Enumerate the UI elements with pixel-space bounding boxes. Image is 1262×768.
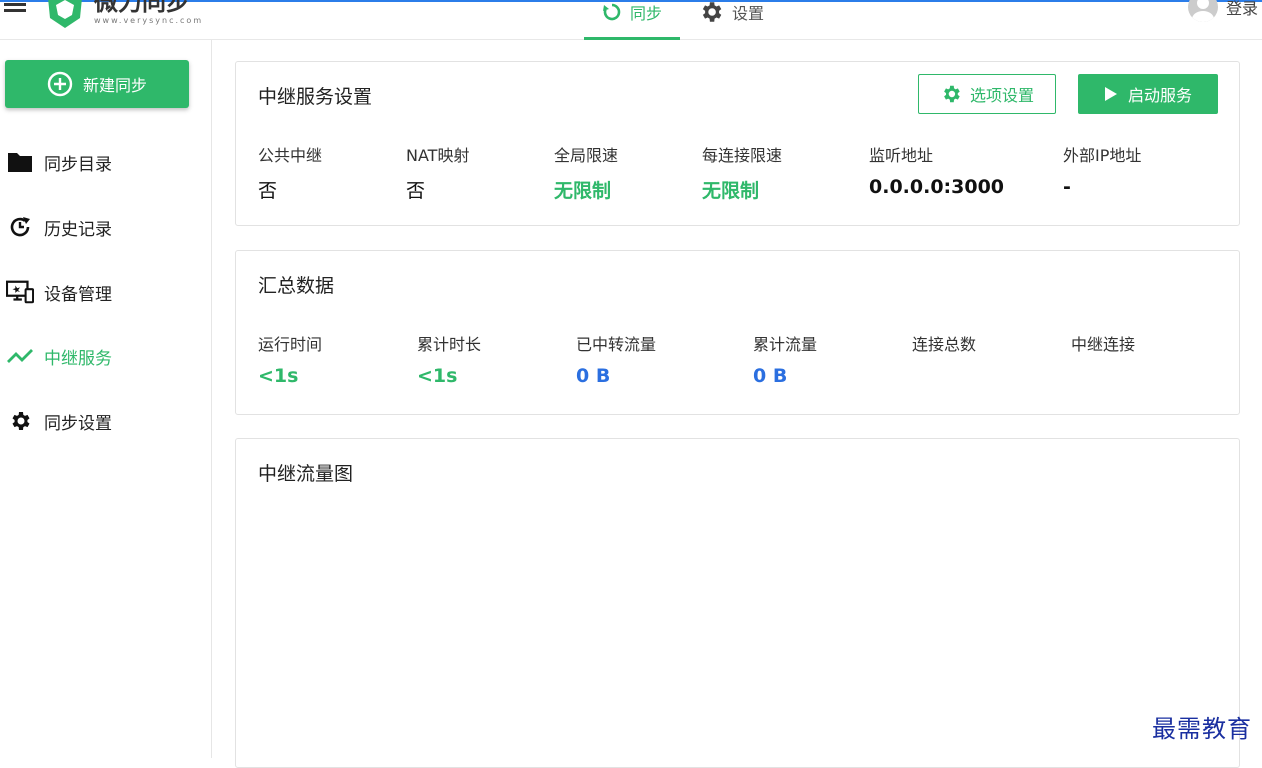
sidebar-item-label: 同步目录 bbox=[44, 150, 112, 175]
stat-label: 监听地址 bbox=[869, 142, 1004, 166]
gear-icon bbox=[940, 83, 962, 105]
stat-value: - bbox=[1063, 176, 1141, 198]
top-bar: 微力同步 www.verysync.com 同步 设置 登录 bbox=[0, 0, 1262, 40]
sidebar-item-sync-settings[interactable]: 同步设置 bbox=[6, 407, 112, 435]
new-sync-label: 新建同步 bbox=[83, 72, 147, 96]
summary-card: 汇总数据 运行时间 <1s 累计时长 <1s 已中转流量 0 B 累计流量 0 … bbox=[235, 250, 1240, 415]
menu-icon[interactable] bbox=[4, 0, 26, 12]
stat-external-ip: 外部IP地址 - bbox=[1063, 142, 1141, 198]
stat-value: 0 B bbox=[753, 365, 817, 387]
stat-total-connections: 连接总数 bbox=[912, 331, 976, 365]
stat-label: 已中转流量 bbox=[576, 331, 656, 355]
stat-value: 无限制 bbox=[554, 176, 618, 203]
options-button[interactable]: 选项设置 bbox=[918, 74, 1056, 114]
login-button[interactable]: 登录 bbox=[1188, 0, 1258, 22]
sidebar-item-history[interactable]: 历史记录 bbox=[6, 213, 112, 241]
stat-total-traffic: 累计流量 0 B bbox=[753, 331, 817, 387]
login-label: 登录 bbox=[1226, 0, 1258, 19]
sidebar-item-relay[interactable]: 中继服务 bbox=[6, 342, 112, 370]
trend-icon bbox=[6, 342, 34, 370]
sidebar-item-sync-folders[interactable]: 同步目录 bbox=[6, 148, 112, 176]
nav-tab-settings[interactable]: 设置 bbox=[680, 0, 782, 32]
stat-value: 0.0.0.0:3000 bbox=[869, 176, 1004, 198]
nav-tab-sync[interactable]: 同步 bbox=[584, 0, 680, 32]
traffic-chart-title: 中继流量图 bbox=[258, 459, 353, 486]
stat-label: 连接总数 bbox=[912, 331, 976, 355]
devices-icon bbox=[6, 278, 34, 306]
stat-label: NAT映射 bbox=[406, 142, 469, 166]
sidebar-item-devices[interactable]: 设备管理 bbox=[6, 278, 112, 306]
stat-nat-mapping: NAT映射 否 bbox=[406, 142, 469, 203]
options-button-label: 选项设置 bbox=[970, 82, 1034, 106]
start-service-label: 启动服务 bbox=[1128, 82, 1192, 106]
relay-settings-title: 中继服务设置 bbox=[258, 82, 372, 109]
nav-tab-sync-label: 同步 bbox=[630, 0, 662, 24]
stat-value: 否 bbox=[258, 176, 322, 203]
stat-label: 累计时长 bbox=[417, 331, 481, 355]
sidebar: 新建同步 同步目录 历史记录 设备管理 中继服务 同步设置 bbox=[0, 40, 212, 758]
stat-label: 累计流量 bbox=[753, 331, 817, 355]
app-name: 微力同步 bbox=[94, 0, 203, 16]
stat-per-connection-limit: 每连接限速 无限制 bbox=[702, 142, 782, 203]
gear-icon bbox=[698, 0, 724, 25]
app-url: www.verysync.com bbox=[94, 16, 203, 26]
logo-shield-icon bbox=[44, 0, 86, 30]
stat-label: 公共中继 bbox=[258, 142, 322, 166]
start-service-button[interactable]: 启动服务 bbox=[1078, 74, 1218, 114]
app-logo[interactable]: 微力同步 www.verysync.com bbox=[44, 0, 203, 30]
nav-tab-settings-label: 设置 bbox=[732, 0, 764, 24]
stat-value: 否 bbox=[406, 176, 469, 203]
play-icon bbox=[1104, 86, 1118, 102]
sidebar-item-label: 中继服务 bbox=[44, 344, 112, 369]
stat-value: <1s bbox=[417, 365, 481, 387]
stat-global-rate-limit: 全局限速 无限制 bbox=[554, 142, 618, 203]
stat-uptime: 运行时间 <1s bbox=[258, 331, 322, 387]
sidebar-item-label: 历史记录 bbox=[44, 215, 112, 240]
history-icon bbox=[6, 213, 34, 241]
stat-listen-address: 监听地址 0.0.0.0:3000 bbox=[869, 142, 1004, 198]
top-nav: 同步 设置 bbox=[584, 0, 782, 40]
stat-label: 中继连接 bbox=[1071, 331, 1135, 355]
traffic-chart-card: 中继流量图 bbox=[235, 438, 1240, 768]
stat-public-relay: 公共中继 否 bbox=[258, 142, 322, 203]
stat-label: 运行时间 bbox=[258, 331, 322, 355]
folder-icon bbox=[6, 148, 34, 176]
gear-icon bbox=[6, 407, 34, 435]
add-circle-icon bbox=[47, 71, 73, 97]
sync-icon bbox=[602, 2, 622, 22]
stat-value: <1s bbox=[258, 365, 322, 387]
sidebar-item-label: 同步设置 bbox=[44, 409, 112, 434]
watermark: 最需教育 bbox=[1152, 709, 1252, 744]
stat-value: 0 B bbox=[576, 365, 656, 387]
avatar-icon bbox=[1188, 0, 1218, 22]
stat-total-duration: 累计时长 <1s bbox=[417, 331, 481, 387]
sidebar-item-label: 设备管理 bbox=[44, 280, 112, 305]
stat-relayed-traffic: 已中转流量 0 B bbox=[576, 331, 656, 387]
stat-label: 外部IP地址 bbox=[1063, 142, 1141, 166]
new-sync-button[interactable]: 新建同步 bbox=[5, 60, 189, 108]
traffic-chart-area bbox=[258, 499, 1217, 757]
stat-value: 无限制 bbox=[702, 176, 782, 203]
stat-label: 全局限速 bbox=[554, 142, 618, 166]
relay-settings-card: 中继服务设置 选项设置 启动服务 公共中继 否 NAT映射 否 全局限速 无限制… bbox=[235, 61, 1240, 226]
summary-title: 汇总数据 bbox=[258, 271, 334, 298]
stat-relay-connections: 中继连接 bbox=[1071, 331, 1135, 365]
stat-label: 每连接限速 bbox=[702, 142, 782, 166]
